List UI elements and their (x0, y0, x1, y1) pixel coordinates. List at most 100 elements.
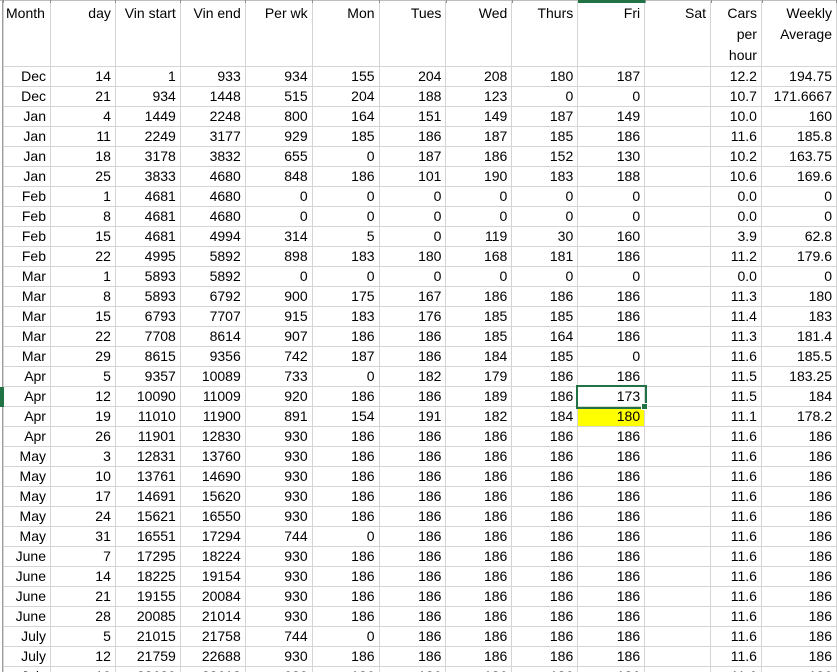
cell[interactable]: 18 (51, 147, 116, 167)
cell[interactable] (645, 87, 711, 107)
cell[interactable]: 187 (578, 67, 645, 87)
cell[interactable]: 186 (446, 427, 512, 447)
cell[interactable]: 655 (246, 147, 313, 167)
cell[interactable]: Jan (4, 167, 51, 187)
cell[interactable]: 186 (380, 487, 447, 507)
cell[interactable]: 183 (762, 307, 837, 327)
cell[interactable]: 186 (762, 507, 837, 527)
cell[interactable]: 930 (246, 587, 313, 607)
cell[interactable]: 933 (181, 67, 246, 87)
cell[interactable] (645, 227, 711, 247)
cell[interactable]: 186 (578, 327, 645, 347)
cell[interactable]: 186 (512, 287, 578, 307)
cell[interactable] (645, 567, 711, 587)
cell[interactable]: 930 (246, 487, 313, 507)
cell[interactable]: 12.2 (711, 67, 762, 87)
cell[interactable]: 173 (578, 387, 645, 407)
cell[interactable]: 19155 (116, 587, 181, 607)
cell[interactable]: 11.6 (711, 427, 762, 447)
cell[interactable]: 10.0 (711, 107, 762, 127)
cell[interactable]: 186 (578, 667, 645, 672)
cell[interactable]: 744 (246, 527, 313, 547)
cell[interactable]: 8615 (116, 347, 181, 367)
column-header-cars-per-hour[interactable]: Cars per hour (711, 0, 762, 67)
cell[interactable]: 4681 (116, 187, 181, 207)
cell[interactable]: 13761 (116, 467, 181, 487)
column-header-fri[interactable]: Fri (578, 0, 645, 67)
cell[interactable] (645, 607, 711, 627)
cell[interactable]: 1 (51, 187, 116, 207)
cell[interactable]: 186 (313, 467, 380, 487)
cell[interactable]: 101 (380, 167, 447, 187)
cell[interactable]: 176 (380, 307, 447, 327)
cell[interactable]: 130 (578, 147, 645, 167)
cell[interactable]: 15 (51, 307, 116, 327)
column-header-wed[interactable]: Wed (446, 0, 512, 67)
cell[interactable]: 186 (762, 467, 837, 487)
cell[interactable]: 3.9 (711, 227, 762, 247)
cell[interactable]: 186 (578, 587, 645, 607)
cell[interactable]: 19 (51, 407, 116, 427)
cell[interactable]: 186 (380, 567, 447, 587)
cell[interactable]: 164 (313, 107, 380, 127)
cell[interactable] (645, 307, 711, 327)
selected-cell[interactable]: 180 (578, 407, 645, 427)
cell[interactable]: 18225 (116, 567, 181, 587)
cell[interactable] (645, 507, 711, 527)
cell[interactable]: 186 (313, 667, 380, 672)
cell[interactable]: 186 (446, 287, 512, 307)
cell[interactable]: 182 (446, 407, 512, 427)
cell[interactable] (645, 67, 711, 87)
cell[interactable] (645, 467, 711, 487)
cell[interactable]: 186 (380, 607, 447, 627)
cell[interactable]: 0 (313, 207, 380, 227)
cell[interactable]: July (4, 647, 51, 667)
cell[interactable]: Feb (4, 207, 51, 227)
cell[interactable]: 186 (380, 507, 447, 527)
cell[interactable]: 930 (246, 607, 313, 627)
cell[interactable]: 0 (446, 207, 512, 227)
cell[interactable]: 21759 (116, 647, 181, 667)
cell[interactable]: 4681 (116, 207, 181, 227)
cell[interactable]: 22689 (116, 667, 181, 672)
cell[interactable]: 5892 (181, 267, 246, 287)
cell[interactable]: Mar (4, 287, 51, 307)
cell[interactable]: July (4, 667, 51, 672)
cell[interactable]: 17 (51, 487, 116, 507)
cell[interactable]: 186 (380, 547, 447, 567)
column-header-per-wk[interactable]: Per wk (246, 0, 313, 67)
cell[interactable] (645, 647, 711, 667)
cell[interactable]: 14691 (116, 487, 181, 507)
cell[interactable]: 930 (246, 667, 313, 672)
cell[interactable]: 0 (380, 207, 447, 227)
cell[interactable]: 183 (313, 247, 380, 267)
cell[interactable]: 12 (51, 387, 116, 407)
cell[interactable]: 16551 (116, 527, 181, 547)
cell[interactable]: 2249 (116, 127, 181, 147)
cell[interactable]: 180 (380, 247, 447, 267)
cell[interactable]: 186 (512, 367, 578, 387)
cell[interactable]: 151 (380, 107, 447, 127)
cell[interactable]: 14690 (181, 467, 246, 487)
cell[interactable]: 154 (313, 407, 380, 427)
cell[interactable]: 186 (380, 387, 447, 407)
cell[interactable]: 1448 (181, 87, 246, 107)
cell[interactable]: 4994 (181, 227, 246, 247)
column-header-tues[interactable]: Tues (380, 0, 447, 67)
cell[interactable]: 184 (762, 387, 837, 407)
cell[interactable]: 186 (578, 287, 645, 307)
cell[interactable]: 915 (246, 307, 313, 327)
cell[interactable]: 17295 (116, 547, 181, 567)
cell[interactable]: 12830 (181, 427, 246, 447)
cell[interactable]: 15621 (116, 507, 181, 527)
cell[interactable]: 186 (313, 487, 380, 507)
cell[interactable]: 934 (116, 87, 181, 107)
cell[interactable]: Mar (4, 327, 51, 347)
column-header-day[interactable]: day (51, 0, 116, 67)
cell[interactable]: 182 (380, 367, 447, 387)
cell[interactable] (645, 447, 711, 467)
cell[interactable]: 25 (51, 167, 116, 187)
cell[interactable]: 187 (313, 347, 380, 367)
cell[interactable]: 119 (446, 227, 512, 247)
cell[interactable]: 22 (51, 327, 116, 347)
